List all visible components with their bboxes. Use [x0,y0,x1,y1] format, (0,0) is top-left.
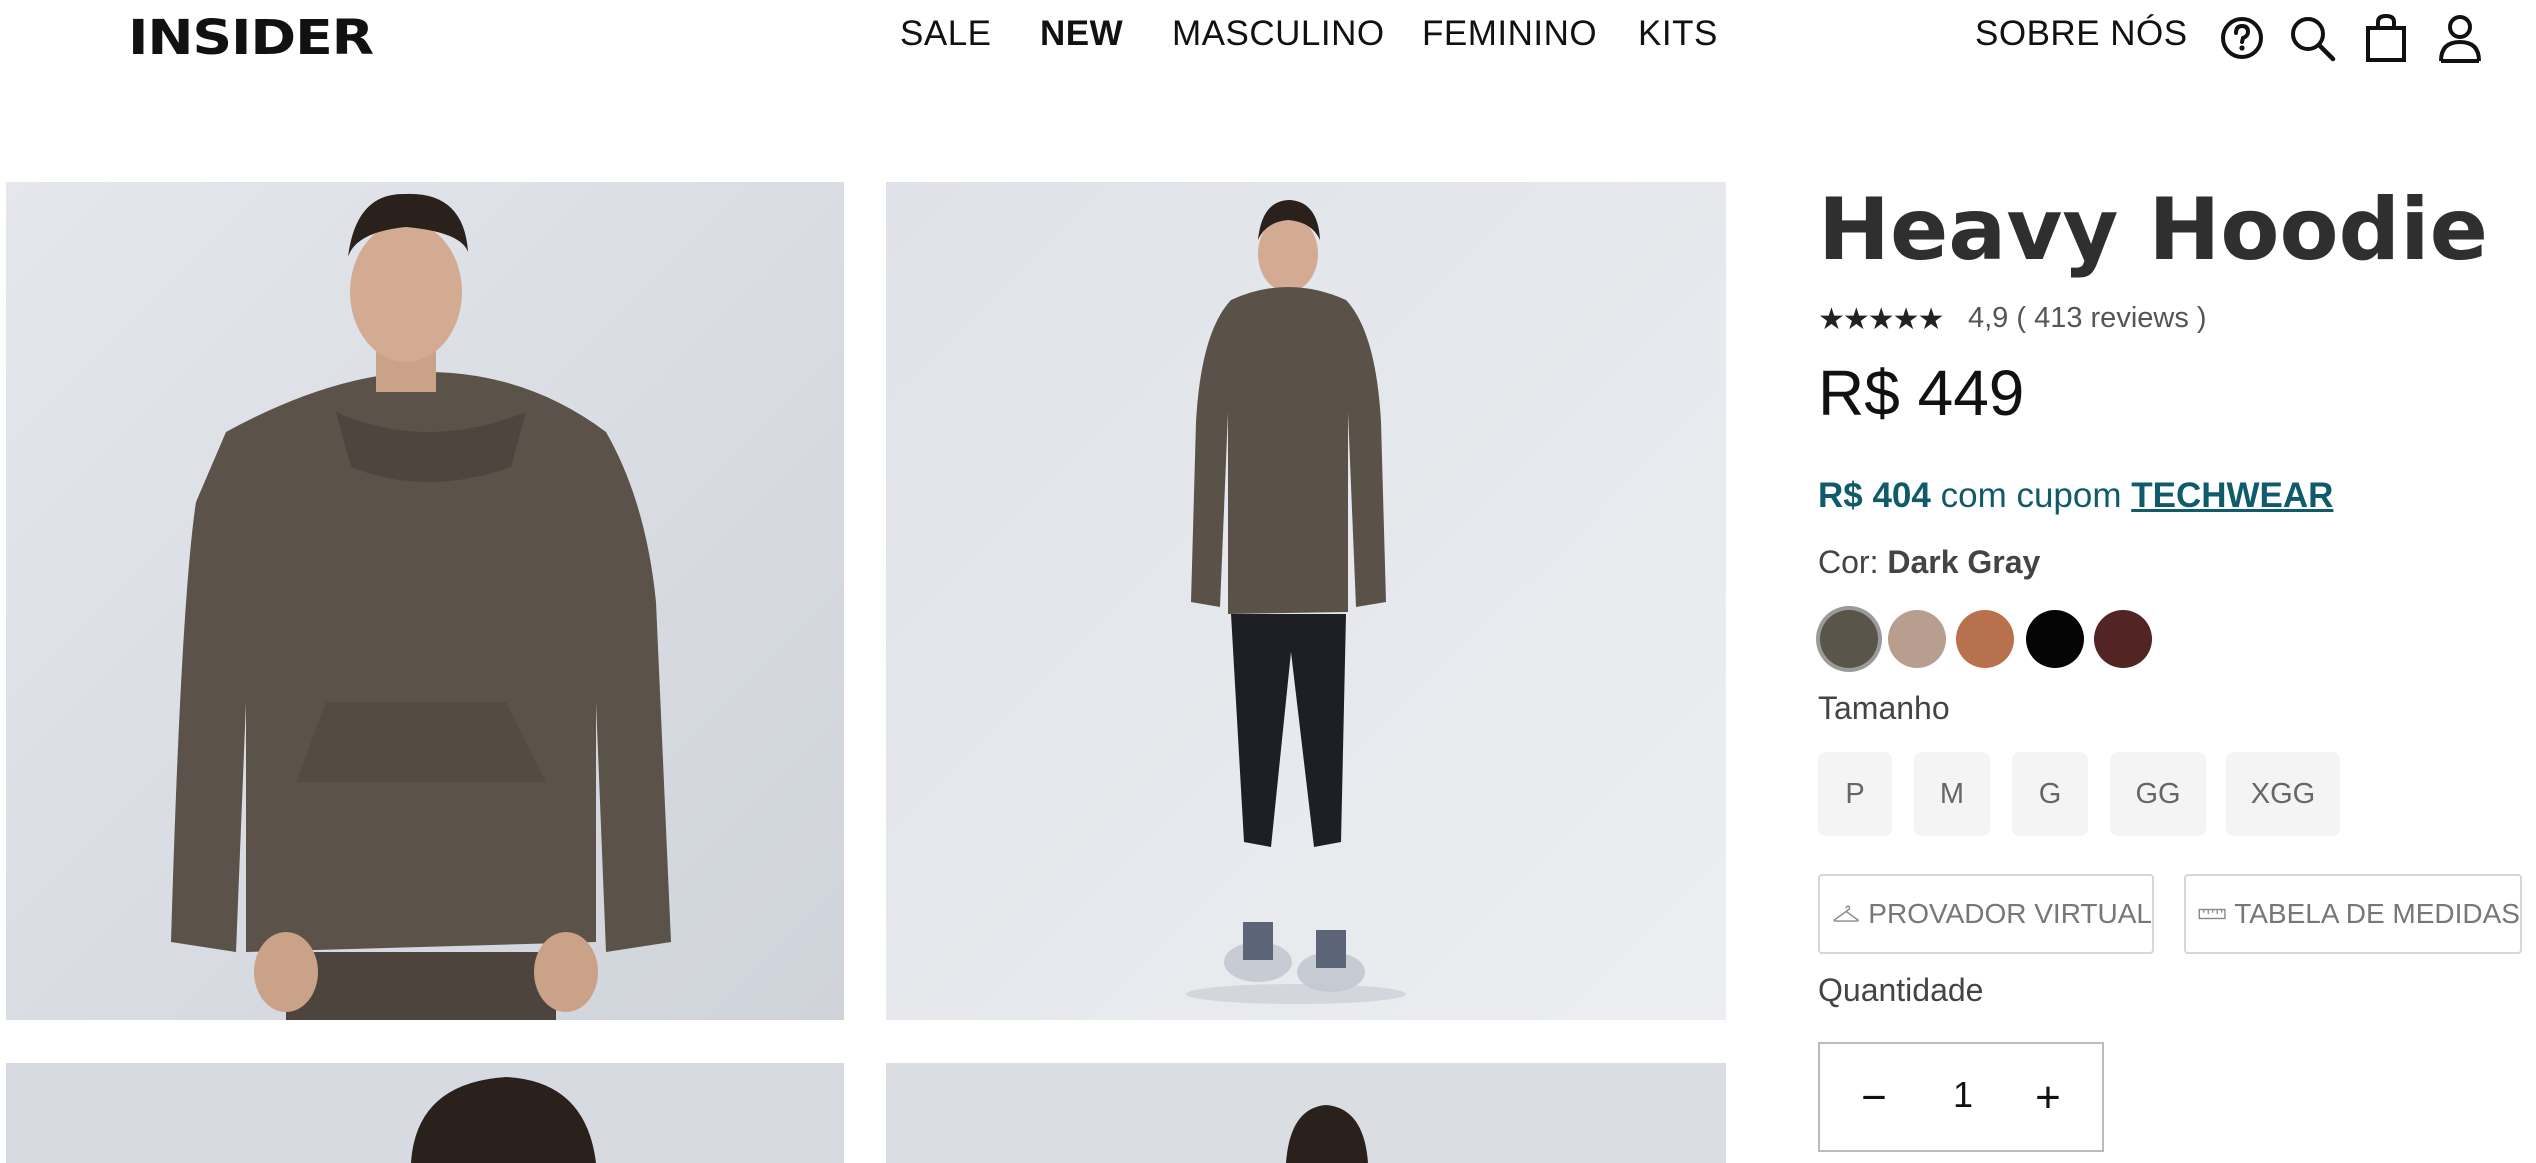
quantity-label: Quantidade [1818,972,1984,1008]
size-option-gg[interactable]: GG [2110,752,2206,836]
color-label: Cor: Dark Gray [1818,544,2040,581]
quantity-increase-button[interactable]: + [2018,1068,2078,1128]
nav-new[interactable]: NEW [1040,14,1123,54]
size-option-m[interactable]: M [1914,752,1990,836]
size-chart-button[interactable]: TABELA DE MEDIDAS [2184,874,2522,954]
search-icon[interactable] [2288,12,2336,64]
selected-color-name: Dark Gray [1887,544,2041,580]
quantity-value[interactable]: 1 [1930,1074,1996,1116]
rating-stars[interactable]: ★★★★★ [1818,302,1944,337]
color-swatch-black[interactable] [2026,610,2084,668]
color-swatch-burgundy[interactable] [2094,610,2152,668]
rating-text[interactable]: 4,9 ( 413 reviews ) [1968,302,2207,335]
size-option-xgg[interactable]: XGG [2226,752,2340,836]
nav-masculino[interactable]: MASCULINO [1172,14,1385,54]
virtual-fitting-label: PROVADOR VIRTUAL [1868,898,2152,929]
color-swatch-caramel[interactable] [1956,610,2014,668]
quantity-stepper: − 1 + [1818,1042,2104,1152]
nav-kits[interactable]: KITS [1638,14,1718,54]
virtual-fitting-button[interactable]: PROVADOR VIRTUAL [1818,874,2154,954]
product-photo-detail-1[interactable] [6,1063,844,1163]
color-swatch-dark-gray[interactable] [1820,610,1878,668]
product-photo-full-body[interactable] [886,182,1726,1020]
quantity-decrease-button[interactable]: − [1844,1068,1904,1128]
size-option-g[interactable]: G [2012,752,2088,836]
ruler-icon [2198,908,2226,920]
nav-feminino[interactable]: FEMININO [1422,14,1597,54]
nav-sale[interactable]: SALE [900,14,992,54]
product-photo-detail-2[interactable] [886,1063,1726,1163]
product-price: R$ 449 [1818,357,2025,429]
size-label: Tamanho [1818,690,1950,726]
question-circle-icon[interactable] [2218,12,2266,64]
hanger-icon [1833,905,1859,922]
size-chart-label: TABELA DE MEDIDAS [2234,898,2520,929]
color-swatch-beige[interactable] [1888,610,1946,668]
main-nav: SALE NEW MASCULINO FEMININO KITS SOBRE N… [0,14,2536,64]
user-icon[interactable] [2436,12,2484,64]
size-option-p[interactable]: P [1818,752,1892,836]
coupon-text: com cupom [1930,476,2132,515]
coupon-code-link[interactable]: TECHWEAR [2131,476,2333,515]
site-header: INSIDER SALE NEW MASCULINO FEMININO KITS… [0,0,2536,80]
color-label-prefix: Cor: [1818,544,1888,580]
coupon-offer: R$ 404 com cupom TECHWEAR [1818,476,2333,516]
nav-about[interactable]: SOBRE NÓS [1975,14,2188,54]
product-title: Heavy Hoodie [1818,180,2488,280]
coupon-price: R$ 404 [1818,476,1931,515]
product-photo-front-closeup[interactable] [6,182,844,1020]
shopping-bag-icon[interactable] [2362,12,2410,64]
